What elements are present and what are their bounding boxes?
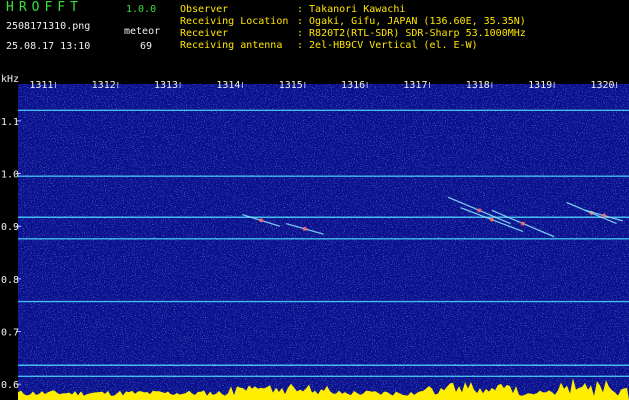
spectrogram-chart: kHz 1311 1312 1313 1314 1315 1316 1317 1318 1319 1… xyxy=(1,74,629,400)
x-tick-label: 1316 xyxy=(341,80,365,91)
x-tick-label: 1312 xyxy=(92,80,116,91)
app-brand: HROFFT xyxy=(6,0,83,15)
meteor-echo-peak xyxy=(521,221,526,226)
app-version: 1.0.0 xyxy=(126,4,157,15)
x-tick-label: 1314 xyxy=(216,80,240,91)
x-tick-label: 1320 xyxy=(590,80,614,91)
y-tick-label: 0.6 xyxy=(1,380,19,391)
location-value: : Ogaki, Gifu, JAPAN (136.60E, 35.35N) xyxy=(297,16,526,27)
y-tick-label: 1.1 xyxy=(1,117,19,128)
x-tick-label: 1315 xyxy=(279,80,303,91)
meteor-echo-peak xyxy=(477,208,482,213)
meteor-echo-peak xyxy=(259,218,264,223)
header-panel: HROFFT 1.0.0 2508171310.png meteor 25.08… xyxy=(0,0,629,72)
x-tick-label: 1311 xyxy=(29,80,53,91)
y-tick-label: 1.0 xyxy=(1,170,19,181)
capture-datetime: 25.08.17 13:10 xyxy=(6,41,91,52)
antenna-value: : 2el-HB9CV Vertical (el. E-W) xyxy=(297,40,478,51)
x-tick-label: 1317 xyxy=(403,80,427,91)
meteor-count: 69 xyxy=(140,41,153,52)
receiver-label: Receiver xyxy=(180,28,229,39)
observer-value: : Takanori Kawachi xyxy=(297,4,406,15)
meteor-echo-peak xyxy=(489,217,494,222)
meteor-label: meteor xyxy=(124,26,161,37)
y-tick-label: 0.9 xyxy=(1,222,19,233)
antenna-label: Receiving antenna xyxy=(180,40,283,51)
receiver-value: : R820T2(RTL-SDR) SDR-Sharp 53.1000MHz xyxy=(297,28,526,39)
location-label: Receiving Location xyxy=(180,16,289,27)
y-axis-unit-label: kHz xyxy=(1,74,19,85)
meteor-echo-peak xyxy=(602,213,607,218)
x-tick-label: 1313 xyxy=(154,80,178,91)
y-tick-label: 0.8 xyxy=(1,275,19,286)
image-filename: 2508171310.png xyxy=(6,21,91,32)
observer-label: Observer xyxy=(180,4,229,15)
meteor-echo-peak xyxy=(302,226,307,231)
x-tick-label: 1319 xyxy=(528,80,552,91)
plot-noise xyxy=(18,84,629,400)
x-tick-label: 1318 xyxy=(466,80,490,91)
y-tick-label: 0.7 xyxy=(1,328,19,339)
